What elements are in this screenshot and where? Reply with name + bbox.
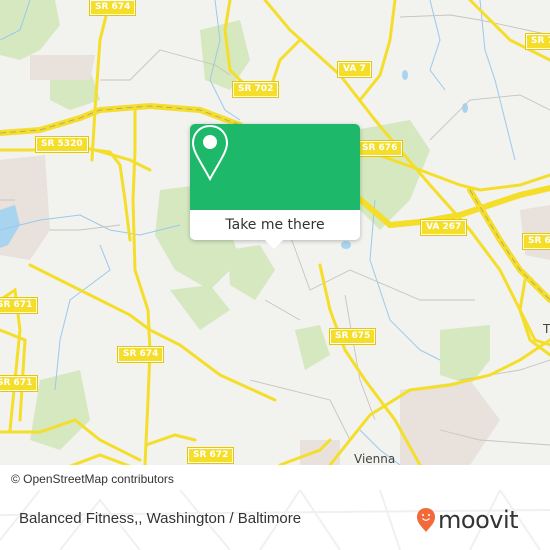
location-title: Balanced Fitness,, Washington / Baltimor… [19,510,302,527]
moovit-wordmark: moovit [438,506,519,534]
popup-pointer [265,240,283,249]
road-shield-sr674-top: SR 674 [88,0,137,16]
map-attribution[interactable]: © OpenStreetMap contributors [0,469,205,490]
road-shield-sr671-lower: SR 671 [0,375,39,392]
road-shield-sr5320: SR 5320 [35,136,89,153]
popup-header[interactable] [190,124,360,210]
footer: Balanced Fitness,, Washington / Baltimor… [0,490,550,550]
road-shield-va7: VA 7 [337,61,372,78]
road-shield-sr674-mid: SR 674 [116,346,165,363]
map-pin-icon [191,124,229,182]
road-shield-va267: VA 267 [419,219,468,236]
road-shield-sr702: SR 702 [231,81,280,98]
map[interactable]: SR 674 SR 702 SR 5320 VA 7 SR 676 SR 7 V… [0,0,550,465]
place-label-vienna: Vienna [354,452,396,465]
road-shield-sr671-upper: SR 671 [0,297,39,314]
road-shield-sr672: SR 672 [186,447,235,464]
road-shield-sr6-right: SR 6 [522,233,550,250]
road-shield-sr675: SR 675 [328,328,377,345]
road-shield-sr-top-right: SR 7 [525,33,550,50]
road-shield-sr676: SR 676 [355,140,404,157]
moovit-pin-icon [417,508,435,532]
take-me-there-popup[interactable]: Take me there [190,124,360,240]
take-me-there-button[interactable]: Take me there [190,210,360,240]
place-label-partial: T [543,322,550,336]
